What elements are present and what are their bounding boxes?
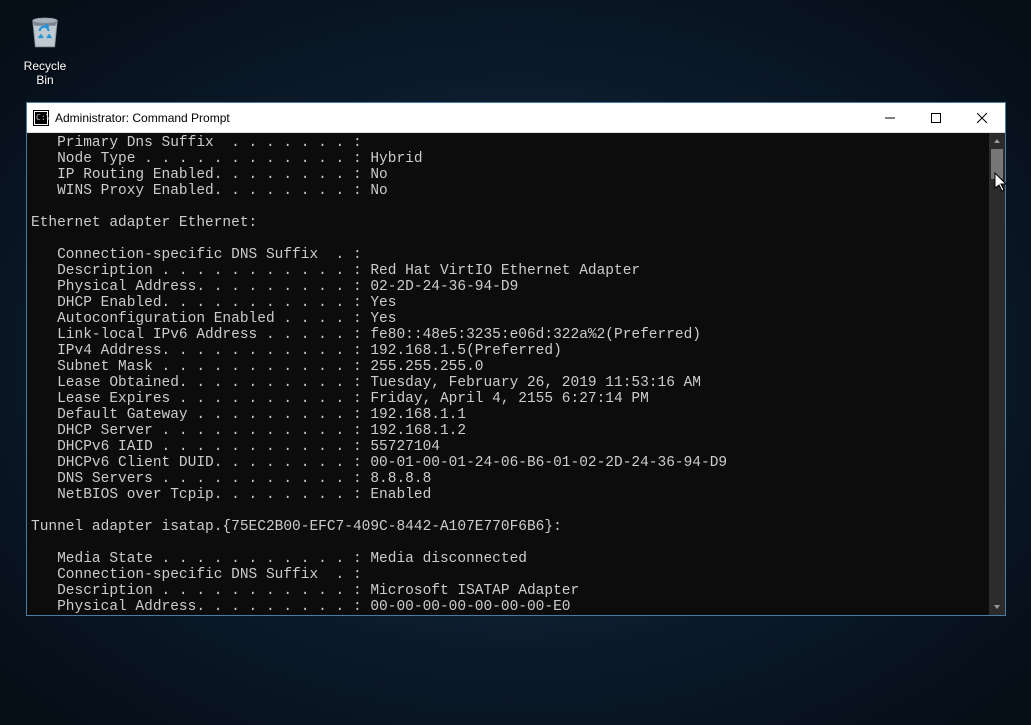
scroll-thumb[interactable] — [991, 149, 1003, 179]
scroll-up-arrow[interactable] — [989, 133, 1005, 149]
terminal-output[interactable]: Primary Dns Suffix . . . . . . . : Node … — [27, 133, 989, 615]
window-controls — [867, 103, 1005, 132]
svg-text:C:\: C:\ — [36, 113, 49, 122]
scroll-down-arrow[interactable] — [989, 599, 1005, 615]
titlebar[interactable]: C:\ Administrator: Command Prompt — [27, 103, 1005, 133]
maximize-button[interactable] — [913, 103, 959, 132]
terminal-area: Primary Dns Suffix . . . . . . . : Node … — [27, 133, 1005, 615]
window-title: Administrator: Command Prompt — [55, 111, 867, 125]
recycle-bin[interactable]: Recycle Bin — [15, 10, 75, 87]
cmd-icon: C:\ — [33, 110, 49, 126]
recycle-bin-icon — [24, 10, 66, 52]
minimize-button[interactable] — [867, 103, 913, 132]
close-button[interactable] — [959, 103, 1005, 132]
scrollbar[interactable] — [989, 133, 1005, 615]
command-prompt-window: C:\ Administrator: Command Prompt Primar… — [26, 102, 1006, 616]
recycle-bin-label: Recycle Bin — [15, 59, 75, 87]
